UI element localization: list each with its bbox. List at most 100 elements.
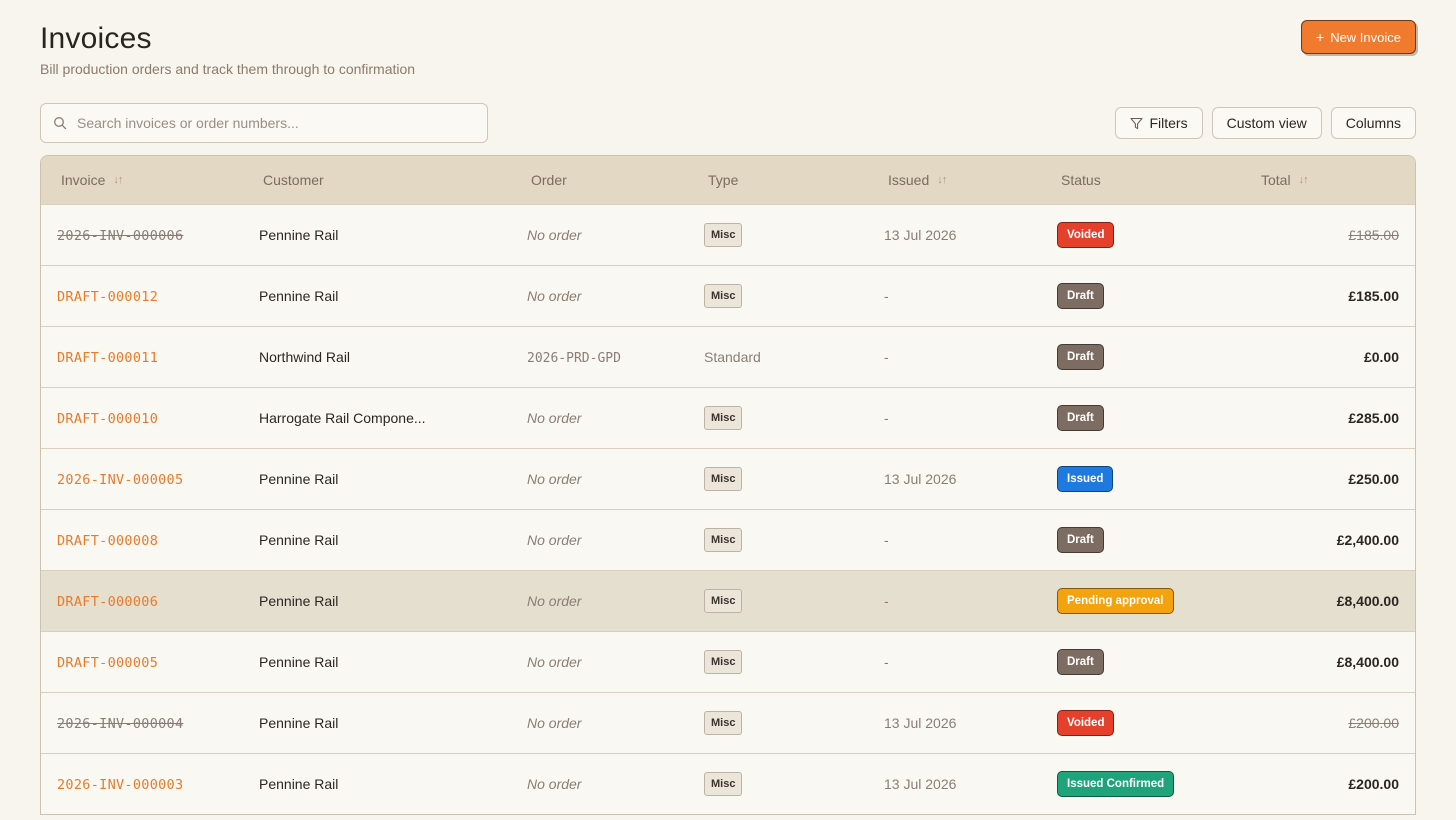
- total-cell: £200.00: [1348, 776, 1399, 792]
- new-invoice-label: New Invoice: [1330, 29, 1401, 45]
- invoice-link[interactable]: DRAFT-000011: [57, 350, 158, 366]
- table-body: 2026-INV-000006 Pennine Rail No order Misc 1…: [41, 204, 1415, 814]
- order-cell: No order: [527, 288, 582, 304]
- column-header-label: Order: [531, 172, 567, 188]
- status-badge: Voided: [1057, 710, 1115, 736]
- column-header-label: Type: [708, 172, 739, 188]
- type-cell: Misc: [688, 284, 868, 308]
- status-badge: Voided: [1057, 222, 1115, 248]
- sort-icon: ↓↑: [113, 174, 123, 186]
- custom-view-button[interactable]: Custom view: [1211, 107, 1322, 139]
- column-header-label: Issued: [888, 172, 930, 188]
- type-text: Standard: [704, 349, 761, 365]
- table-row[interactable]: DRAFT-000010 Harrogate Rail Compone... No …: [41, 387, 1415, 448]
- type-chip: Misc: [704, 650, 743, 674]
- table-row[interactable]: 2026-INV-000003 Pennine Rail No order Misc 1…: [41, 753, 1415, 814]
- issued-date: -: [884, 288, 889, 304]
- type-cell: Misc: [688, 528, 868, 552]
- column-header-invoice[interactable]: Invoice ↓↑: [41, 172, 243, 188]
- total-cell: £0.00: [1363, 349, 1399, 365]
- status-badge: Draft: [1057, 527, 1104, 553]
- total-cell: £8,400.00: [1336, 654, 1399, 670]
- order-cell: No order: [527, 715, 582, 731]
- filters-button[interactable]: Filters: [1115, 107, 1203, 139]
- new-invoice-button[interactable]: + New Invoice: [1301, 20, 1416, 54]
- customer-cell: Northwind Rail: [259, 349, 351, 365]
- search-input[interactable]: [77, 115, 475, 131]
- invoice-link[interactable]: DRAFT-000012: [57, 289, 158, 305]
- type-chip: Misc: [704, 528, 743, 552]
- order-cell: No order: [527, 227, 582, 243]
- table-row[interactable]: 2026-INV-000004 Pennine Rail No order Misc 1…: [41, 692, 1415, 753]
- issued-date: 13 Jul 2026: [884, 715, 957, 731]
- issued-date: 13 Jul 2026: [884, 776, 957, 792]
- order-cell: No order: [527, 410, 582, 426]
- status-badge: Draft: [1057, 405, 1104, 431]
- type-cell: Standard: [688, 349, 868, 365]
- total-cell: £185.00: [1348, 227, 1399, 243]
- type-cell: Misc: [688, 650, 868, 674]
- type-chip: Misc: [704, 467, 743, 491]
- issued-date: 13 Jul 2026: [884, 227, 957, 243]
- total-cell: £2,400.00: [1336, 532, 1399, 548]
- search-box[interactable]: [40, 103, 488, 143]
- column-header-label: Total: [1261, 172, 1291, 188]
- invoice-link[interactable]: DRAFT-000008: [57, 533, 158, 549]
- issued-date: -: [884, 349, 889, 365]
- column-header-issued[interactable]: Issued ↓↑: [868, 172, 1041, 188]
- invoice-link[interactable]: DRAFT-000010: [57, 411, 158, 427]
- column-header-label: Invoice: [61, 172, 106, 188]
- customer-cell: Pennine Rail: [259, 227, 339, 243]
- table-row[interactable]: DRAFT-000006 Pennine Rail No order Misc - Pen…: [41, 570, 1415, 631]
- order-cell: 2026-PRD-GPD: [527, 350, 621, 366]
- order-cell: No order: [527, 776, 582, 792]
- type-chip: Misc: [704, 772, 743, 796]
- invoice-link[interactable]: 2026-INV-000006: [57, 228, 183, 244]
- issued-date: -: [884, 654, 889, 670]
- customer-cell: Pennine Rail: [259, 471, 339, 487]
- invoices-table: Invoice ↓↑ Customer Order Type Issued ↓↑…: [40, 155, 1416, 815]
- table-row[interactable]: DRAFT-000005 Pennine Rail No order Misc - Dra…: [41, 631, 1415, 692]
- issued-date: -: [884, 410, 889, 426]
- page-title: Invoices: [40, 22, 152, 55]
- table-row[interactable]: DRAFT-000012 Pennine Rail No order Misc - Dra…: [41, 265, 1415, 326]
- issued-date: -: [884, 593, 889, 609]
- customer-cell: Pennine Rail: [259, 776, 339, 792]
- invoice-link[interactable]: DRAFT-000005: [57, 655, 158, 671]
- column-header-label: Status: [1061, 172, 1101, 188]
- type-cell: Misc: [688, 467, 868, 491]
- table-row[interactable]: 2026-INV-000006 Pennine Rail No order Misc 1…: [41, 204, 1415, 265]
- type-cell: Misc: [688, 406, 868, 430]
- invoice-link[interactable]: 2026-INV-000004: [57, 716, 183, 732]
- customer-cell: Pennine Rail: [259, 532, 339, 548]
- page-subtitle: Bill production orders and track them th…: [40, 61, 416, 77]
- type-cell: Misc: [688, 772, 868, 796]
- status-badge: Draft: [1057, 649, 1104, 675]
- columns-button[interactable]: Columns: [1330, 107, 1416, 139]
- total-cell: £200.00: [1348, 715, 1399, 731]
- type-cell: Misc: [688, 223, 868, 247]
- customer-cell: Pennine Rail: [259, 593, 339, 609]
- type-cell: Misc: [688, 711, 868, 735]
- filters-label: Filters: [1149, 115, 1188, 131]
- type-chip: Misc: [704, 223, 743, 247]
- column-header-status: Status: [1041, 172, 1241, 188]
- status-badge: Draft: [1057, 344, 1104, 370]
- invoice-link[interactable]: 2026-INV-000003: [57, 777, 183, 793]
- type-chip: Misc: [704, 711, 743, 735]
- order-cell: No order: [527, 593, 582, 609]
- search-icon: [54, 117, 67, 130]
- invoice-link[interactable]: DRAFT-000006: [57, 594, 158, 610]
- table-row[interactable]: 2026-INV-000005 Pennine Rail No order Misc 1…: [41, 448, 1415, 509]
- column-header-order: Order: [511, 172, 688, 188]
- sort-icon: ↓↑: [937, 174, 947, 186]
- page-header: Invoices Bill production orders and trac…: [40, 0, 1416, 103]
- invoices-page: Invoices Bill production orders and trac…: [0, 0, 1456, 820]
- invoice-link[interactable]: 2026-INV-000005: [57, 472, 183, 488]
- table-row[interactable]: DRAFT-000008 Pennine Rail No order Misc - Dra…: [41, 509, 1415, 570]
- toolbar: Filters Custom view Columns: [40, 103, 1416, 155]
- status-badge: Issued Confirmed: [1057, 771, 1175, 797]
- column-header-customer: Customer: [243, 172, 511, 188]
- table-row[interactable]: DRAFT-000011 Northwind Rail 2026-PRD-GPD St…: [41, 326, 1415, 387]
- column-header-total[interactable]: Total ↓↑: [1241, 172, 1415, 188]
